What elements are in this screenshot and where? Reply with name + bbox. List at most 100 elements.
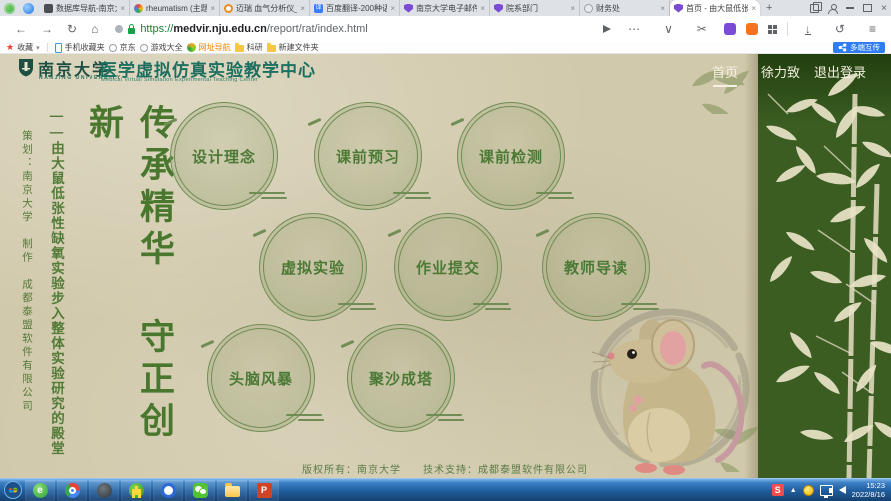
browser-profile-icon[interactable] — [23, 3, 34, 14]
security-ball-icon[interactable] — [803, 485, 814, 496]
download-icon[interactable]: ↓ — [805, 24, 811, 35]
start-button[interactable] — [2, 479, 24, 501]
bookmark-jd[interactable]: 京东 — [109, 42, 136, 53]
taskbar-app-dark[interactable] — [89, 480, 119, 501]
scissors-icon[interactable]: ✂ — [697, 22, 707, 36]
system-tray: S ▲ 15:23 2022/8/16 — [772, 481, 891, 499]
browser-tab-1[interactable]: 数据库导航-南京大学图 × — [40, 0, 130, 16]
globe-icon — [109, 44, 117, 52]
more-icon[interactable]: ⋯ — [628, 22, 640, 36]
tab-close-icon[interactable]: × — [570, 4, 575, 13]
browser-tab-active[interactable]: 首页 - 由大鼠低张性缺 × — [670, 0, 760, 16]
browser-tab-7[interactable]: 财务处 × — [580, 0, 670, 16]
tab-close-icon[interactable]: × — [120, 4, 125, 13]
taskbar-app-wechat[interactable] — [185, 480, 215, 501]
browser-tab-6[interactable]: 院系部门 × — [490, 0, 580, 16]
extension-orange-icon[interactable] — [746, 23, 758, 35]
close-button[interactable]: × — [881, 1, 887, 15]
chrome-icon — [65, 483, 80, 498]
shield-icon — [404, 4, 413, 13]
browser-logo-icon[interactable] — [4, 3, 15, 14]
site-icon — [115, 25, 123, 33]
favorites-label: 收藏 — [17, 42, 33, 53]
tab-close-icon[interactable]: × — [210, 4, 215, 13]
multi-window-icon[interactable] — [810, 1, 819, 15]
circle-button-brainstorm[interactable]: 头脑风暴 — [207, 324, 315, 432]
send-icon[interactable] — [603, 25, 611, 33]
new-tab-button[interactable]: + — [760, 1, 778, 16]
bookmark-newfolder[interactable]: 新建文件夹 — [267, 42, 319, 53]
bookmark-research[interactable]: 科研 — [235, 42, 263, 53]
forward-icon[interactable]: → — [41, 22, 53, 36]
minimize-button[interactable] — [846, 1, 854, 15]
opera-icon — [161, 483, 176, 498]
menu-icon[interactable]: ≡ — [869, 22, 876, 36]
browser-tab-3[interactable]: 迈瑞 血气分析仪_360搜 × — [220, 0, 310, 16]
tab-close-icon[interactable]: × — [300, 4, 305, 13]
tab-title: rheumatism (主题) AND — [146, 3, 207, 14]
browser-tab-2[interactable]: rheumatism (主题) AND × — [130, 0, 220, 16]
bookmark-label: 京东 — [120, 42, 136, 53]
cloud-ornament — [536, 192, 578, 201]
bookmark-navsite[interactable]: 网址导航 — [187, 42, 231, 53]
extension-purple-icon[interactable] — [724, 23, 736, 35]
database-icon — [44, 4, 53, 13]
tab-close-icon[interactable]: × — [751, 4, 756, 13]
taskbar-app-opera[interactable] — [153, 480, 183, 501]
taskbar-app-chrome[interactable] — [57, 480, 87, 501]
rainbow-circle-icon — [134, 4, 143, 13]
apps-grid-icon[interactable] — [768, 25, 777, 34]
url-text: https://medvir.nju.edu.cn/report/rat/ind… — [140, 23, 367, 35]
tab-title: 财务处 — [596, 3, 620, 14]
globe-icon — [584, 4, 593, 13]
url-field[interactable]: https://medvir.nju.edu.cn/report/rat/ind… — [115, 23, 603, 35]
circle-button-design-concept[interactable]: 设计理念 — [170, 102, 278, 210]
back-icon[interactable]: ← — [15, 22, 27, 36]
antivirus-icon — [129, 483, 144, 498]
circle-button-preclass-test[interactable]: 课前检测 — [457, 102, 565, 210]
taskbar-clock[interactable]: 15:23 2022/8/16 — [852, 481, 885, 499]
user-account-icon[interactable] — [828, 1, 837, 15]
taskbar-app-explorer[interactable] — [217, 480, 247, 501]
nav-logout[interactable]: 退出登录 — [814, 62, 866, 81]
divider — [47, 43, 48, 52]
powerpoint-icon: P — [257, 483, 272, 498]
history-undo-icon[interactable]: ↺ — [835, 22, 845, 36]
bookmark-games[interactable]: 游戏大全 — [140, 42, 183, 53]
bookmarks-bar: ★ 收藏 ▾ 手机收藏夹 京东 游戏大全 网址导航 科研 新建文件夹 — [0, 42, 891, 54]
tab-close-icon[interactable]: × — [390, 4, 395, 13]
maximize-button[interactable] — [863, 1, 872, 15]
circle-button-virtual-experiment[interactable]: 虚拟实验 — [259, 213, 367, 321]
volume-icon[interactable] — [839, 486, 846, 494]
browser-tab-4[interactable]: 译 百度翻译-200种语言互 × — [310, 0, 400, 16]
chevron-down-icon[interactable]: ∨ — [664, 22, 673, 36]
tab-close-icon[interactable]: × — [480, 4, 485, 13]
taskbar-app-powerpoint[interactable]: P — [249, 480, 279, 501]
nav-username[interactable]: 徐力致 — [761, 62, 800, 81]
camera-app-icon — [97, 483, 112, 498]
home-icon[interactable]: ⌂ — [91, 22, 98, 36]
caret-down-icon: ▾ — [36, 44, 40, 52]
circle-button-sand-to-tower[interactable]: 聚沙成塔 — [347, 324, 455, 432]
bookmark-mobile[interactable]: 手机收藏夹 — [55, 42, 105, 53]
windows-orb-icon — [4, 481, 22, 499]
footer-copyright: 版权所有：南京大学 技术支持：成都泰盟软件有限公司 — [145, 461, 745, 476]
tab-title: 百度翻译-200种语言互 — [326, 3, 387, 14]
reload-icon[interactable]: ↻ — [67, 22, 77, 36]
address-bar: ← → ↻ ⌂ https://medvir.nju.edu.cn/report… — [0, 16, 891, 42]
taskbar-app-antivirus[interactable] — [121, 480, 151, 501]
cloud-ornament — [426, 414, 468, 423]
tray-expand-icon[interactable]: ▲ — [790, 487, 797, 494]
tab-close-icon[interactable]: × — [660, 4, 665, 13]
experiment-subtitle: ——由大鼠低张性缺氧实验步入整体实验研究的殿堂 — [46, 108, 66, 476]
cloud-ornament — [249, 192, 291, 201]
wechat-icon — [193, 483, 208, 498]
circle-button-homework-submit[interactable]: 作业提交 — [394, 213, 502, 321]
sogou-input-icon[interactable]: S — [772, 484, 784, 496]
circle-button-preclass-preview[interactable]: 课前预习 — [314, 102, 422, 210]
browser-tab-5[interactable]: 南京大学电子邮件系统 × — [400, 0, 490, 16]
share-badge[interactable]: 多端互传 — [833, 42, 885, 53]
nav-home[interactable]: 首页 — [712, 62, 738, 81]
favorites-button[interactable]: ★ 收藏 ▾ — [6, 42, 40, 53]
taskbar-app-360browser[interactable]: e — [25, 480, 55, 501]
